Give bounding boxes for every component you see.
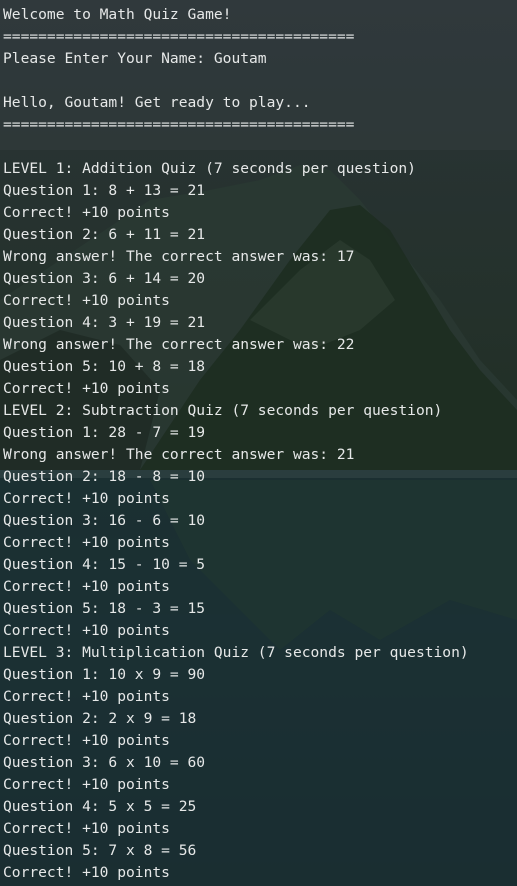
terminal-line: Question 2: 2 x 9 = 18 xyxy=(3,710,197,727)
terminal-line: Correct! +10 points xyxy=(3,292,170,309)
terminal-line: Correct! +10 points xyxy=(3,204,170,221)
terminal-line: Question 4: 5 x 5 = 25 xyxy=(3,798,197,815)
terminal-output: Welcome to Math Quiz Game! ==============… xyxy=(3,4,517,884)
terminal-line: Question 1: 10 x 9 = 90 xyxy=(3,666,206,683)
terminal-line: Wrong answer! The correct answer was: 22 xyxy=(3,336,355,353)
terminal-line: Question 3: 6 + 14 = 20 xyxy=(3,270,206,287)
terminal-line: Correct! +10 points xyxy=(3,688,170,705)
terminal-line: LEVEL 1: Addition Quiz (7 seconds per qu… xyxy=(3,160,416,177)
terminal-line: Welcome to Math Quiz Game! xyxy=(3,6,232,23)
terminal-line: Correct! +10 points xyxy=(3,776,170,793)
terminal-line: Correct! +10 points xyxy=(3,534,170,551)
terminal-line: Wrong answer! The correct answer was: 21 xyxy=(3,446,355,463)
terminal-line: Correct! +10 points xyxy=(3,490,170,507)
terminal-line: Question 5: 10 + 8 = 18 xyxy=(3,358,206,375)
terminal-line: Correct! +10 points xyxy=(3,732,170,749)
terminal-line: Wrong answer! The correct answer was: 17 xyxy=(3,248,355,265)
terminal-line: LEVEL 3: Multiplication Quiz (7 seconds … xyxy=(3,644,469,661)
terminal-line: Question 1: 28 - 7 = 19 xyxy=(3,424,206,441)
terminal-line: Question 3: 6 x 10 = 60 xyxy=(3,754,206,771)
terminal-line: Hello, Goutam! Get ready to play... xyxy=(3,94,311,111)
terminal-line: Question 4: 3 + 19 = 21 xyxy=(3,314,206,331)
terminal-line: ======================================== xyxy=(3,116,355,133)
terminal-line: Correct! +10 points xyxy=(3,622,170,639)
terminal-line: ======================================== xyxy=(3,28,355,45)
terminal-line: Correct! +10 points xyxy=(3,864,170,881)
terminal-line: Question 1: 8 + 13 = 21 xyxy=(3,182,206,199)
terminal-line: Please Enter Your Name: Goutam xyxy=(3,50,267,67)
terminal-line: Question 5: 18 - 3 = 15 xyxy=(3,600,206,617)
terminal-line: Question 3: 16 - 6 = 10 xyxy=(3,512,206,529)
terminal-line: LEVEL 2: Subtraction Quiz (7 seconds per… xyxy=(3,402,443,419)
terminal-line: Question 2: 18 - 8 = 10 xyxy=(3,468,206,485)
terminal-line: Correct! +10 points xyxy=(3,380,170,397)
terminal-line: Correct! +10 points xyxy=(3,578,170,595)
terminal-line: Correct! +10 points xyxy=(3,820,170,837)
terminal-line: Question 4: 15 - 10 = 5 xyxy=(3,556,206,573)
terminal-line: Question 2: 6 + 11 = 21 xyxy=(3,226,206,243)
terminal-line: Question 5: 7 x 8 = 56 xyxy=(3,842,197,859)
